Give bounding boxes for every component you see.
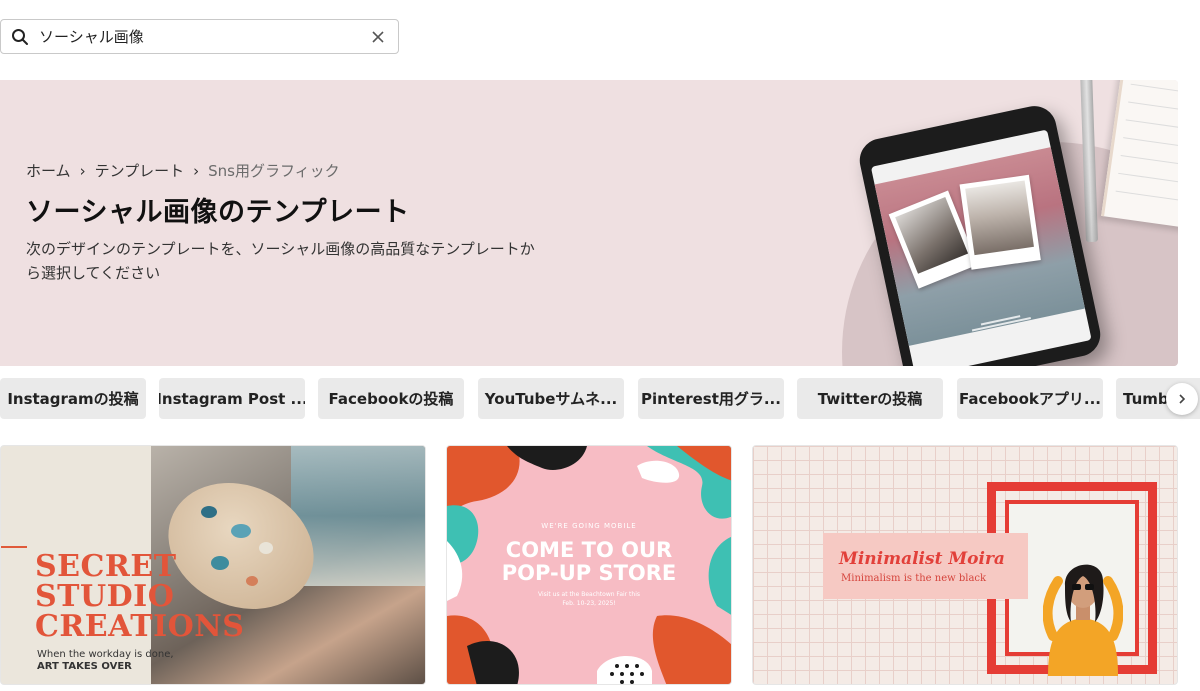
chip-pinterest-graphic[interactable]: Pinterest用グラ... — [638, 378, 784, 419]
card-subtitle: When the workday is done, ART TAKES OVER — [37, 649, 174, 672]
close-icon[interactable] — [358, 20, 398, 53]
category-chip-row: Instagramの投稿 Instagram Post ... Facebook… — [0, 378, 1200, 419]
chip-instagram-post[interactable]: Instagramの投稿 — [0, 378, 146, 419]
page-title: ソーシャル画像のテンプレート — [26, 197, 410, 228]
chevron-right-icon: › — [193, 161, 200, 180]
phone-caption — [966, 310, 1037, 334]
breadcrumb-templates[interactable]: テンプレート — [95, 160, 185, 181]
card-title: Minimalist Moira — [839, 549, 1005, 569]
card-subtitle: Visit us at the Beachtown Fair this Feb.… — [537, 591, 640, 607]
search-bar[interactable] — [0, 19, 399, 54]
search-icon — [1, 20, 39, 53]
notebook-image — [1101, 80, 1178, 233]
card-kicker: WE'RE GOING MOBILE — [541, 522, 637, 530]
chip-youtube-thumbnail[interactable]: YouTubeサムネ... — [478, 378, 624, 419]
template-card-minimalist[interactable]: Minimalist Moira Minimalism is the new b… — [752, 445, 1178, 685]
search-input[interactable] — [39, 20, 358, 53]
chip-facebook-app[interactable]: Facebookアプリ... — [957, 378, 1103, 419]
hero-banner: ホーム › テンプレート › Sns用グラフィック ソーシャル画像のテンプレート… — [0, 80, 1178, 366]
chip-instagram-post-en[interactable]: Instagram Post ... — [159, 378, 305, 419]
template-card-studio[interactable]: SECRET STUDIO CREATIONS When the workday… — [0, 445, 426, 685]
breadcrumb: ホーム › テンプレート › Sns用グラフィック — [26, 160, 340, 181]
card-title: SECRET STUDIO CREATIONS — [35, 549, 245, 644]
chevron-right-icon: › — [79, 161, 86, 180]
breadcrumb-home[interactable]: ホーム — [26, 160, 71, 181]
chip-facebook-post[interactable]: Facebookの投稿 — [318, 378, 464, 419]
chevron-right-icon — [1179, 394, 1186, 404]
woman-photo — [1043, 564, 1123, 676]
card-subtitle: Minimalism is the new black — [841, 573, 987, 584]
card-title: COME TO OUR POP-UP STORE — [501, 538, 677, 585]
breadcrumb-current: Sns用グラフィック — [208, 162, 340, 180]
page-description: 次のデザインのテンプレートを、ソーシャル画像の高品質なテンプレートから選択してく… — [26, 240, 535, 282]
chips-next-button[interactable] — [1166, 383, 1198, 415]
template-card-popup[interactable]: WE'RE GOING MOBILE COME TO OUR POP-UP ST… — [446, 445, 732, 685]
chip-twitter-post[interactable]: Twitterの投稿 — [797, 378, 943, 419]
